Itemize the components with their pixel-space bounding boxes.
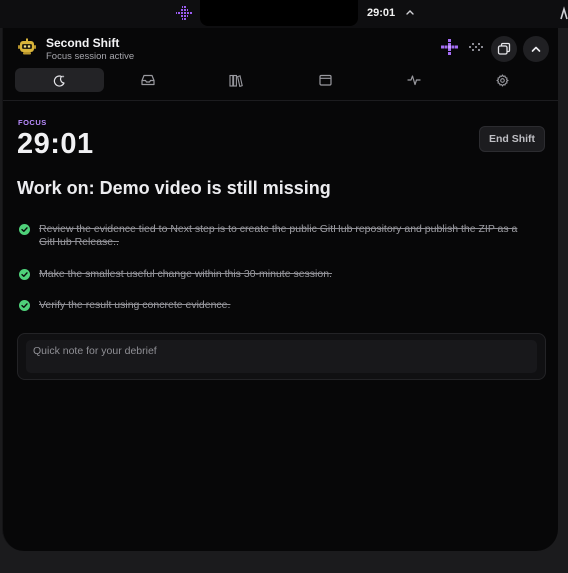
task-text: Make the smallest useful change within t… xyxy=(39,268,332,280)
moon-sparkle-icon xyxy=(53,74,65,87)
app-title: Second Shift xyxy=(46,36,120,50)
session-timer: 29:01 xyxy=(17,128,94,160)
mode-label: FOCUS xyxy=(18,118,47,127)
task-item[interactable]: Review the evidence tied to Next step is… xyxy=(19,223,539,249)
check-circle-icon[interactable] xyxy=(19,224,30,235)
panel-header: Second Shift Focus session active xyxy=(3,28,558,100)
tab-focus[interactable] xyxy=(15,68,104,92)
activity-pulse-icon xyxy=(407,75,421,86)
tab-calendar[interactable] xyxy=(281,68,370,92)
gear-icon xyxy=(496,73,509,87)
task-item[interactable]: Verify the result using concrete evidenc… xyxy=(19,299,539,312)
chevron-up-icon xyxy=(531,46,541,52)
tab-library[interactable] xyxy=(192,68,281,92)
sparkle-dots-icon[interactable] xyxy=(441,38,487,56)
second-shift-panel: Second Shift Focus session active FOCUS … xyxy=(2,28,558,551)
task-item[interactable]: Make the smallest useful change within t… xyxy=(19,268,539,281)
window-edge-icon xyxy=(560,6,568,20)
overlapping-windows-icon xyxy=(497,42,511,55)
camera-notch xyxy=(200,0,358,26)
session-status: Focus session active xyxy=(46,51,135,62)
inbox-icon xyxy=(141,74,155,86)
calendar-icon xyxy=(318,74,332,86)
end-shift-button[interactable]: End Shift xyxy=(479,126,545,152)
menubar-timer: 29:01 xyxy=(367,7,396,19)
library-icon xyxy=(229,74,244,87)
tab-settings[interactable] xyxy=(458,68,547,92)
task-text: Review the evidence tied to Next step is… xyxy=(39,223,518,248)
work-on-heading: Work on: Demo video is still missing xyxy=(17,178,331,198)
pop-out-window-button[interactable] xyxy=(491,36,517,62)
task-text: Verify the result using concrete evidenc… xyxy=(39,299,231,311)
header-divider xyxy=(3,100,558,101)
tab-bar xyxy=(15,68,547,92)
tab-activity[interactable] xyxy=(369,68,458,92)
menu-bar: 29:01 xyxy=(0,0,568,28)
pixel-plus-icon[interactable] xyxy=(175,6,193,22)
debrief-note-box xyxy=(17,333,546,380)
chevron-up-icon[interactable] xyxy=(404,6,416,18)
check-circle-icon[interactable] xyxy=(19,300,30,311)
check-circle-icon[interactable] xyxy=(19,269,30,280)
collapse-button[interactable] xyxy=(523,36,549,62)
tab-inbox[interactable] xyxy=(104,68,193,92)
debrief-note-input[interactable] xyxy=(26,340,537,373)
robot-mascot-icon xyxy=(18,38,36,55)
